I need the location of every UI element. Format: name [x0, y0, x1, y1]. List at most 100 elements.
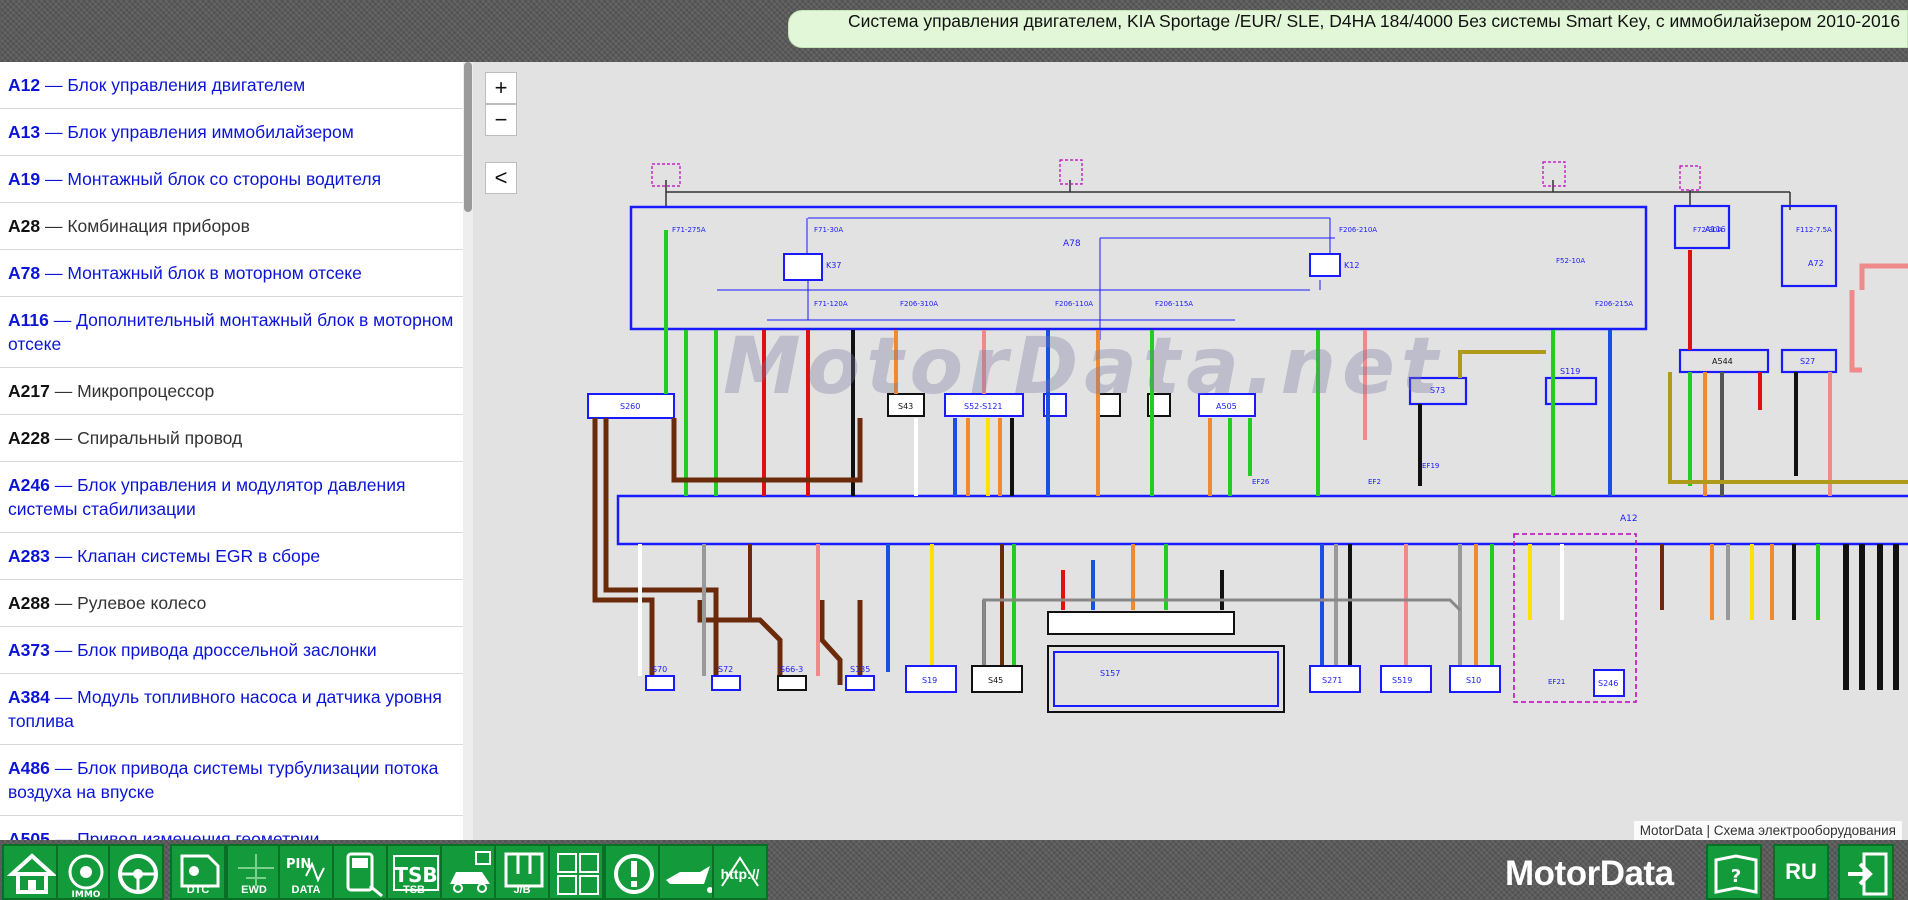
- lower-wires: [638, 544, 1899, 690]
- relay-icon: [557, 853, 599, 895]
- component-code: A116: [8, 310, 49, 330]
- component-item-a78[interactable]: A78 — Монтажный блок в моторном отсеке: [0, 250, 463, 297]
- dtc-button[interactable]: DTC: [170, 844, 226, 900]
- component-item-a373[interactable]: A373 — Блок привода дроссельной заслонки: [0, 627, 463, 674]
- a12-label: A12: [1620, 514, 1638, 524]
- component-item-a217: A217 — Микропроцессор: [0, 368, 463, 415]
- svg-text:F206-210A: F206-210A: [1339, 226, 1377, 234]
- oil-icon: [666, 866, 712, 893]
- svg-text:S10: S10: [1466, 676, 1481, 685]
- a228-box[interactable]: [1047, 645, 1285, 713]
- svg-text:S19: S19: [922, 676, 937, 685]
- component-item-a246[interactable]: A246 — Блок управления и модулятор давле…: [0, 462, 463, 533]
- button-label: http://: [720, 866, 760, 882]
- component-code: A505: [8, 829, 50, 840]
- component-code: A373: [8, 640, 50, 660]
- a217-box[interactable]: [1053, 651, 1279, 707]
- scroll-thumb[interactable]: [464, 62, 472, 212]
- immo-button[interactable]: IMMO: [56, 844, 112, 900]
- exit-button[interactable]: [1838, 844, 1894, 900]
- component-item-a13[interactable]: A13 — Блок управления иммобилайзером: [0, 109, 463, 156]
- component-list: A12 — Блок управления двигателем A13 — Бл…: [0, 62, 463, 840]
- component-sidebar: A12 — Блок управления двигателем A13 — Бл…: [0, 62, 473, 840]
- component-separator: —: [49, 640, 78, 660]
- home-icon: [6, 853, 56, 894]
- tsb-button[interactable]: TSB TSB: [386, 844, 442, 900]
- component-separator: —: [49, 687, 78, 707]
- component-separator: —: [49, 829, 78, 840]
- component-name: Монтажный блок со стороны водителя: [67, 169, 382, 189]
- relays[interactable]: [783, 253, 1341, 281]
- component-separator: —: [48, 310, 77, 330]
- component-separator: —: [40, 263, 68, 283]
- sidebar-scrollbar[interactable]: [463, 62, 473, 840]
- button-label: RU: [1785, 859, 1817, 884]
- component-code: A288: [8, 593, 50, 613]
- svg-text:S246: S246: [1598, 679, 1618, 688]
- svg-text:S70: S70: [652, 665, 667, 674]
- wiring-schematic[interactable]: A78 K37 K12 A116 A72 A544 S27 S73 S119 S…: [473, 62, 1908, 840]
- connector-markers: [651, 159, 1701, 191]
- immo-icon: IMMO: [68, 854, 104, 898]
- svg-text:F71-120A: F71-120A: [814, 300, 848, 308]
- http-button[interactable]: http://: [712, 844, 768, 900]
- a12-ecu-box[interactable]: [616, 494, 1908, 546]
- zoom-out-button[interactable]: −: [485, 104, 517, 136]
- zoom-in-button[interactable]: +: [485, 72, 517, 104]
- wiring-diagram-pane[interactable]: A78 K37 K12 A116 A72 A544 S27 S73 S119 S…: [473, 62, 1908, 840]
- component-item-a28: A28 — Комбинация приборов: [0, 203, 463, 250]
- component-separator: —: [49, 546, 78, 566]
- component-name: Блок привода дроссельной заслонки: [77, 640, 377, 660]
- ewd-button[interactable]: EWD: [226, 844, 282, 900]
- help-book-button[interactable]: ?: [1706, 844, 1762, 900]
- component-item-a116[interactable]: A116 — Дополнительный монтажный блок в м…: [0, 297, 463, 368]
- button-label: DATA: [291, 884, 321, 896]
- svg-text:?: ?: [1731, 866, 1741, 887]
- svg-text:S135: S135: [850, 665, 870, 674]
- component-code: A486: [8, 758, 50, 778]
- component-item-a288: A288 — Рулевое колесо: [0, 580, 463, 627]
- jb-button[interactable]: J/B: [494, 844, 550, 900]
- page-title: Система управления двигателем, KIA Sport…: [788, 10, 1908, 48]
- footer-toolbar: IMMO DTC EWD PIN DATA TSB TSB J/B http://? RU Mot…: [0, 840, 1908, 900]
- a288-box[interactable]: [1047, 611, 1235, 635]
- component-name: Блок управления иммобилайзером: [67, 122, 354, 142]
- component-code: A13: [8, 122, 41, 142]
- component-item-a12[interactable]: A12 — Блок управления двигателем: [0, 62, 463, 109]
- right-pink-wire: [1849, 263, 1908, 373]
- component-item-a384[interactable]: A384 — Модуль топливного насоса и датчик…: [0, 674, 463, 745]
- button-label: J/B: [513, 884, 531, 896]
- component-item-a283[interactable]: A283 — Клапан системы EGR в сборе: [0, 533, 463, 580]
- oil-button[interactable]: [658, 844, 714, 900]
- component-item-a486[interactable]: A486 — Блок привода системы турбулизации…: [0, 745, 463, 816]
- component-name: Блок управления двигателем: [67, 75, 306, 95]
- component-name: Рулевое колесо: [77, 593, 207, 613]
- tester-button[interactable]: [332, 844, 388, 900]
- component-code: A28: [8, 216, 41, 236]
- button-label: EWD: [241, 884, 267, 896]
- component-separator: —: [49, 758, 78, 778]
- component-item-a228: A228 — Спиральный провод: [0, 415, 463, 462]
- relay-k37: K37: [826, 261, 841, 270]
- warning-button[interactable]: [604, 844, 660, 900]
- component-code: A246: [8, 475, 50, 495]
- language-button[interactable]: RU: [1773, 844, 1829, 900]
- steering-wheel-button[interactable]: [108, 844, 164, 900]
- component-item-a505[interactable]: A505 — Привод изменения геометрии: [0, 816, 463, 840]
- component-name: Клапан системы EGR в сборе: [77, 546, 321, 566]
- svg-text:S66-3: S66-3: [780, 665, 803, 674]
- s27-label: S27: [1800, 357, 1815, 366]
- svg-text:S45: S45: [988, 676, 1003, 685]
- help-book-icon: ?: [1714, 854, 1758, 894]
- pin-data-button[interactable]: PIN DATA: [278, 844, 334, 900]
- svg-text:EF26: EF26: [1252, 478, 1270, 486]
- collapse-sidebar-button[interactable]: <: [485, 162, 517, 194]
- service-car-button[interactable]: [440, 844, 496, 900]
- pin-text: PIN: [286, 857, 311, 872]
- svg-text:F206-115A: F206-115A: [1155, 300, 1193, 308]
- service-car-icon: [450, 851, 491, 893]
- relay-button[interactable]: [548, 844, 604, 900]
- home-button[interactable]: [2, 844, 58, 900]
- svg-text:F206-215A: F206-215A: [1595, 300, 1633, 308]
- component-item-a19[interactable]: A19 — Монтажный блок со стороны водителя: [0, 156, 463, 203]
